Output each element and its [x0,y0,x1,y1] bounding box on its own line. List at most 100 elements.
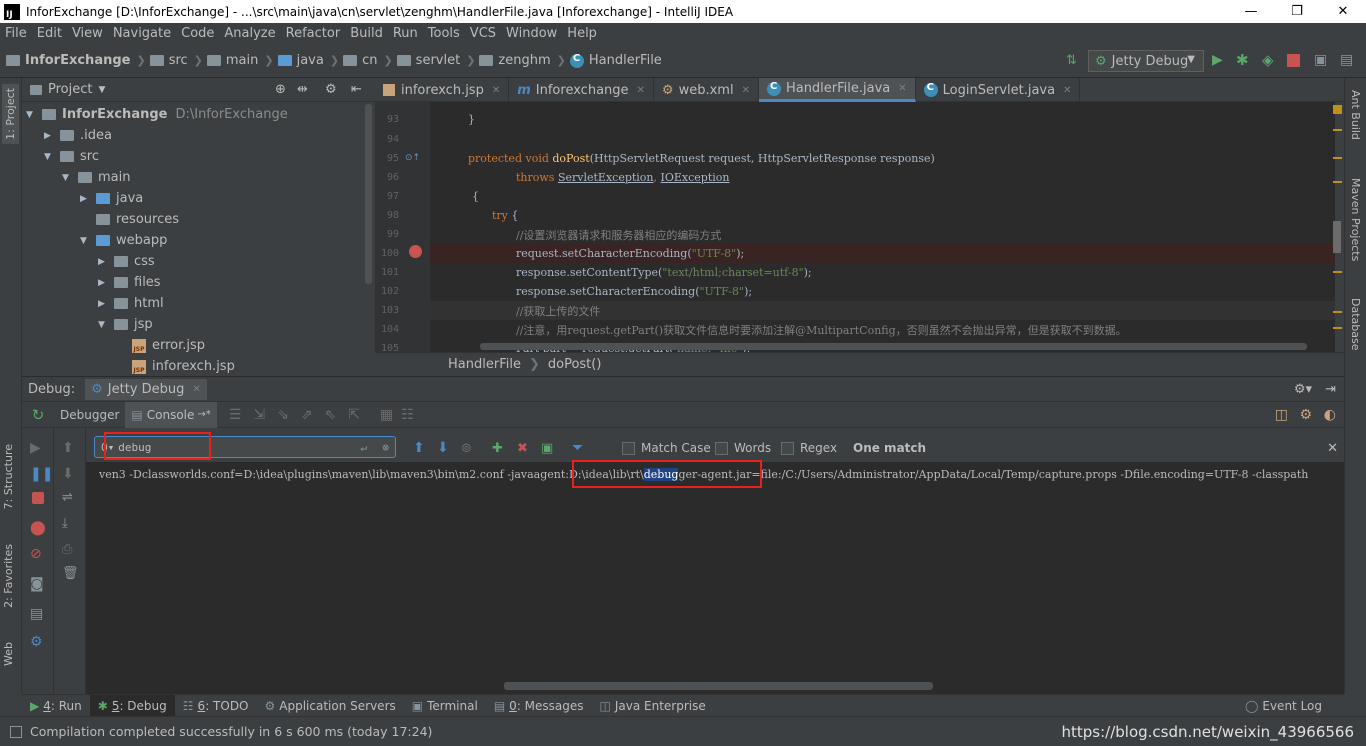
trash-icon[interactable]: 🗑 [62,566,79,582]
editor-tab-handlerfile-java[interactable]: HandlerFile.java✕ [758,78,916,102]
nav-crumb-cn[interactable]: cn ❯ [343,53,393,68]
menu-refactor[interactable]: Refactor [281,26,346,41]
close-tab-icon[interactable]: ✕ [192,384,200,395]
newline-icon[interactable]: ↵ [360,441,367,454]
breadcrumb-method[interactable]: doPost() [548,357,602,372]
run-config-select[interactable]: ⚙ Jetty Debug ▼ [1088,50,1204,72]
editor-tab-inforexch-jsp[interactable]: inforexch.jsp ✕ [375,78,510,102]
search-everywhere-icon[interactable]: ▤ [1340,52,1353,68]
tree-item-css[interactable]: ▶ css [98,251,155,272]
bottom-tab-debug[interactable]: ✱ 5: Debug [89,694,175,717]
regex-checkbox[interactable]: Regex [781,441,837,455]
restore-layout-icon[interactable]: ◫ [1275,407,1288,423]
editor-tab-web-xml[interactable]: ⚙ web.xml ✕ [654,78,759,102]
close-tab-icon[interactable]: ✕ [742,85,750,96]
nav-crumb-handlerfile[interactable]: HandlerFile [569,53,662,68]
menu-vcs[interactable]: VCS [465,26,501,41]
minimize-button[interactable]: — [1228,0,1274,23]
tool-tab-web[interactable]: Web [2,642,15,666]
tree-item-jsp[interactable]: ▼ jsp [98,314,153,335]
hide-panel-icon[interactable]: ⇤ [351,82,362,97]
tree-item-webapp[interactable]: ▼ webapp [80,230,167,251]
nav-crumb-main[interactable]: main ❯ [206,53,274,68]
editor-error-stripe[interactable] [1333,105,1343,350]
tree-item-main[interactable]: ▼ main [62,167,130,188]
tool-tab-ant-build[interactable]: Ant Build [1349,90,1362,140]
clear-icon[interactable]: ⊗ [382,441,389,454]
close-tab-icon[interactable]: ✕ [637,85,645,96]
nav-crumb-java[interactable]: java ❯ [277,53,339,68]
tool-tab-structure[interactable]: 7: Structure [2,444,15,509]
pause-icon[interactable]: ❚❚ [30,466,53,482]
menu-tools[interactable]: Tools [423,26,465,41]
close-search-icon[interactable]: ✕ [1327,441,1338,456]
editor-gutter[interactable]: 93 94 95 96 97 98 99 100 101 102 103 104… [375,102,430,354]
tree-item-idea[interactable]: ▶ .idea [44,125,112,146]
editor-horizontal-scrollbar[interactable] [480,343,1307,350]
view-breakpoints-icon[interactable]: ⬤ [30,520,46,536]
menu-build[interactable]: Build [345,26,388,41]
console-horizontal-scrollbar[interactable] [504,682,933,690]
locate-icon[interactable]: ⊕ [275,82,286,97]
menu-edit[interactable]: Edit [32,26,67,41]
bottom-tab-messages[interactable]: ▤ 0: Messages [486,695,592,717]
close-tab-icon[interactable]: ✕ [492,85,500,96]
menu-navigate[interactable]: Navigate [108,26,176,41]
code-editor[interactable]: } protected void doPost (HttpServletReque… [430,102,1335,352]
project-scrollbar[interactable] [365,104,372,284]
vcs-icon[interactable]: ⇅ [1066,53,1080,69]
project-view-select[interactable]: Project [48,82,92,97]
menu-help[interactable]: Help [562,26,602,41]
rerun-icon[interactable]: ↻ [22,406,54,424]
tab-console[interactable]: ▤ Console →* [125,401,217,428]
maximize-button[interactable]: ❐ [1274,0,1320,23]
frames-icon[interactable]: ▦☷ [380,407,422,423]
gear-icon[interactable]: ⚙ [30,634,46,650]
nav-crumb-src[interactable]: src ❯ [149,53,203,68]
tree-item-files[interactable]: ▶ files [98,272,161,293]
close-tab-icon[interactable]: ✕ [898,83,906,94]
tool-tab-maven[interactable]: Maven Projects [1349,178,1362,261]
tree-item-inforexch-jsp[interactable]: JSP inforexch.jsp [132,356,235,377]
editor-tab-inforexchange[interactable]: m Inforexchange ✕ [509,78,654,102]
debug-bug-icon[interactable]: ✱ [1236,51,1249,69]
bottom-tab-run[interactable]: ▶ 4: Run [22,695,90,717]
breadcrumb-class[interactable]: HandlerFile [448,357,521,372]
filter-icon[interactable]: ⏷ [572,440,583,456]
tab-debugger[interactable]: Debugger [54,402,125,428]
bottom-tab-event-log[interactable]: ◯ Event Log [1237,695,1330,717]
camera-icon[interactable]: ◙ [30,576,46,592]
tool-tab-database[interactable]: Database [1349,298,1362,351]
project-structure-icon[interactable]: ▣ [1314,52,1327,68]
tree-item-error-jsp[interactable]: JSP error.jsp [132,335,205,356]
nav-crumb-zenghm[interactable]: zenghm ❯ [479,53,566,68]
console-output[interactable]: ven3 -Dclassworlds.conf=D:\idea\plugins\… [86,462,1344,694]
menu-run[interactable]: Run [388,26,423,41]
find-all-icon[interactable]: ⊚ [461,441,472,456]
bottom-tab-todo[interactable]: ☷ 6: TODO [175,695,257,717]
words-checkbox[interactable]: Words [715,441,771,455]
gear-icon[interactable]: ⚙▾ [1294,382,1312,397]
soft-wrap-icon[interactable]: ⇌ [62,490,78,506]
mute-breakpoints-icon[interactable]: ⊘ [30,546,46,562]
step-actions-icon[interactable]: ☰⇲⇘⇗⇖⇱ [229,407,372,423]
bottom-tab-terminal[interactable]: ▣ Terminal [404,695,486,717]
add-occurrence-icon[interactable]: ✚ [492,441,503,456]
next-match-icon[interactable]: ⬇ [437,440,449,456]
override-method-icon[interactable]: ⊙↑ [405,153,420,163]
tree-item-src[interactable]: ▼ src [44,146,99,167]
editor-tab-loginservlet-java[interactable]: LoginServlet.java✕ [916,78,1081,102]
menu-window[interactable]: Window [501,26,562,41]
scroll-to-end-icon[interactable]: ⤓ [62,516,78,532]
bottom-tab-app-servers[interactable]: ⚙ Application Servers [257,695,404,717]
breakpoint-icon[interactable] [409,245,422,258]
stop-icon[interactable] [32,492,44,504]
menu-view[interactable]: View [67,26,108,41]
tree-item-resources[interactable]: resources [96,209,179,230]
print-icon[interactable]: ⎙ [62,542,78,558]
nav-crumb-servlet[interactable]: servlet ❯ [396,53,475,68]
stop-icon[interactable] [1287,54,1300,67]
up-arrow-icon[interactable]: ⬆ [62,440,78,456]
remove-occurrence-icon[interactable]: ✖ [517,441,528,456]
match-case-checkbox[interactable]: Match Case [622,441,711,455]
